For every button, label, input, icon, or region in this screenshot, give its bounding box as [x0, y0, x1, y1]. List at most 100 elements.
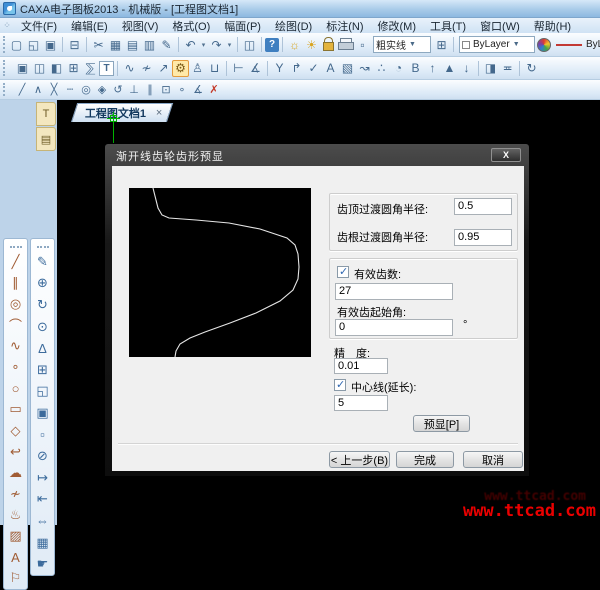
- window-props-icon[interactable]: ◧: [48, 60, 65, 77]
- layer-manager-icon[interactable]: ⊞: [433, 36, 450, 53]
- spray-icon[interactable]: ∴: [373, 60, 390, 77]
- curve-annotation-icon[interactable]: ↝: [356, 60, 373, 77]
- start-angle-input[interactable]: 0: [335, 319, 453, 336]
- draw-leader-icon[interactable]: ⚐: [5, 568, 26, 589]
- datum-icon[interactable]: ↱: [288, 60, 305, 77]
- cancel-button[interactable]: 取消: [463, 451, 523, 468]
- menu-item-view[interactable]: 视图(V): [115, 21, 166, 33]
- extend-tool-icon[interactable]: ↦: [32, 467, 53, 489]
- draw-arc-icon[interactable]: ⌒: [5, 314, 26, 335]
- color-wheel-icon[interactable]: [537, 37, 551, 52]
- snap-extension-icon[interactable]: ┄: [62, 82, 78, 97]
- text-annotation-icon[interactable]: A: [322, 60, 339, 77]
- arrow-up-icon[interactable]: ↑: [424, 60, 441, 77]
- menu-item-sheet[interactable]: 幅面(P): [217, 21, 268, 33]
- dim-edit-tool-icon[interactable]: ⇤: [32, 489, 53, 511]
- trim-tool-icon[interactable]: ⊘: [32, 445, 53, 467]
- snap-midpoint-icon[interactable]: ∧: [30, 82, 46, 97]
- undo-icon[interactable]: ↶: [182, 36, 199, 53]
- snap-settings-icon[interactable]: ✗: [206, 82, 222, 97]
- frame-settings-icon[interactable]: ◫: [241, 36, 258, 53]
- sheet-vtab-icon[interactable]: ▤: [36, 127, 56, 151]
- draw-breakline-icon[interactable]: ≁: [5, 483, 26, 504]
- color-combobox[interactable]: ByLayer ▼: [459, 36, 535, 53]
- new-file-icon[interactable]: ▢: [8, 36, 25, 53]
- draw-parallel-icon[interactable]: ∥: [5, 272, 26, 293]
- help-icon[interactable]: ?: [265, 37, 279, 52]
- layer-style-combobox[interactable]: 粗实线 ▼: [373, 36, 431, 53]
- tolerance-check-icon[interactable]: ✓: [305, 60, 322, 77]
- array-tool-icon[interactable]: ⊞: [32, 359, 53, 381]
- menu-item-edit[interactable]: 编辑(E): [64, 21, 115, 33]
- redo-dropdown-icon[interactable]: ▾: [225, 36, 234, 53]
- toolbar-grip[interactable]: [3, 60, 11, 76]
- document-tab[interactable]: 工程图文档1 ×: [71, 103, 173, 122]
- profile-tool-icon[interactable]: ♙: [189, 60, 206, 77]
- panel-toggle-icon[interactable]: ◨: [482, 60, 499, 77]
- stamp-icon[interactable]: ▲: [441, 60, 458, 77]
- menu-item-draw[interactable]: 绘图(D): [268, 21, 319, 33]
- snap-parallel-icon[interactable]: ∥: [142, 82, 158, 97]
- draw-cloud-icon[interactable]: ☁: [5, 462, 26, 483]
- precision-input[interactable]: 0.01: [334, 358, 388, 374]
- draw-revision-icon[interactable]: ♨: [5, 505, 26, 526]
- fit-curve-icon[interactable]: ∿: [121, 60, 138, 77]
- layer-visibility-icon[interactable]: ☼: [286, 36, 303, 53]
- open-file-icon[interactable]: ◱: [25, 36, 42, 53]
- effective-teeth-input[interactable]: 27: [335, 283, 453, 300]
- menu-item-tools[interactable]: 工具(T): [423, 21, 473, 33]
- window-tile-icon[interactable]: ◫: [31, 60, 48, 77]
- refresh-icon[interactable]: ↻: [523, 60, 540, 77]
- menu-item-modify[interactable]: 修改(M): [371, 21, 424, 33]
- centerline-input[interactable]: 5: [334, 395, 388, 411]
- draw-rectangle-icon[interactable]: ▭: [5, 399, 26, 420]
- toolbar-grip[interactable]: [3, 36, 5, 53]
- snap-angle-icon[interactable]: ∡: [190, 82, 206, 97]
- copy-icon[interactable]: ▦: [107, 36, 124, 53]
- style-manager-icon[interactable]: ⅀: [82, 60, 99, 77]
- snap-node-icon[interactable]: ⊡: [158, 82, 174, 97]
- draw-ellipse-icon[interactable]: ○: [5, 378, 26, 399]
- rotate-tool-icon[interactable]: ↻: [32, 294, 53, 316]
- menu-item-format[interactable]: 格式(O): [165, 21, 217, 33]
- move-tool-icon[interactable]: ⊕: [32, 273, 53, 295]
- effective-teeth-checkbox[interactable]: [337, 265, 349, 278]
- format-painter-icon[interactable]: ✎: [158, 36, 175, 53]
- mirror-tool-icon[interactable]: ∆: [32, 337, 53, 359]
- image-annotation-icon[interactable]: ▧: [339, 60, 356, 77]
- gear-tool-icon[interactable]: ⚙: [172, 59, 189, 77]
- draw-hatch-icon[interactable]: ▨: [5, 526, 26, 547]
- save-icon[interactable]: ▣: [42, 36, 59, 53]
- scale-tool-icon[interactable]: ▣: [32, 402, 53, 424]
- current-layer-chip-icon[interactable]: ▫: [354, 36, 371, 53]
- pie-icon[interactable]: ◔: [390, 60, 407, 77]
- tab-close-icon[interactable]: ×: [156, 107, 162, 119]
- snap-segment-icon[interactable]: ╱: [14, 82, 30, 97]
- print-icon[interactable]: ⊟: [66, 36, 83, 53]
- layer-brightness-icon[interactable]: ☀: [303, 36, 320, 53]
- font-tool-icon[interactable]: B: [407, 60, 424, 77]
- draw-polygon-icon[interactable]: ◇: [5, 420, 26, 441]
- sketch-tool-icon[interactable]: ✎: [32, 251, 53, 273]
- ruler-icon[interactable]: ≖: [499, 60, 516, 77]
- centerline-checkbox[interactable]: [334, 378, 346, 391]
- layer-lock-icon[interactable]: [320, 36, 337, 53]
- dim-angular-icon[interactable]: ∡: [247, 60, 264, 77]
- cut-icon[interactable]: ✂: [90, 36, 107, 53]
- paste-icon[interactable]: ▤: [124, 36, 141, 53]
- copy-tool-icon[interactable]: ◱: [32, 381, 53, 403]
- window-show-icon[interactable]: ▣: [14, 60, 31, 77]
- dim-span-tool-icon[interactable]: ⇔: [32, 510, 53, 532]
- back-button[interactable]: < 上一步(B): [329, 451, 390, 468]
- menu-item-annotate[interactable]: 标注(N): [319, 21, 370, 33]
- props-tool-icon[interactable]: ▦: [32, 532, 53, 554]
- table-icon[interactable]: ⊞: [65, 60, 82, 77]
- layer-print-icon[interactable]: [337, 36, 354, 53]
- preview-button[interactable]: 预显[P]: [413, 415, 470, 432]
- snap-tangent-icon[interactable]: ↺: [110, 82, 126, 97]
- sample-curve-icon[interactable]: ≁: [138, 60, 155, 77]
- menu-item-window[interactable]: 窗口(W): [473, 21, 527, 33]
- snap-nearest-icon[interactable]: ∘: [174, 82, 190, 97]
- annotation-vtab-icon[interactable]: T: [36, 102, 56, 126]
- menu-item-help[interactable]: 帮助(H): [527, 21, 578, 33]
